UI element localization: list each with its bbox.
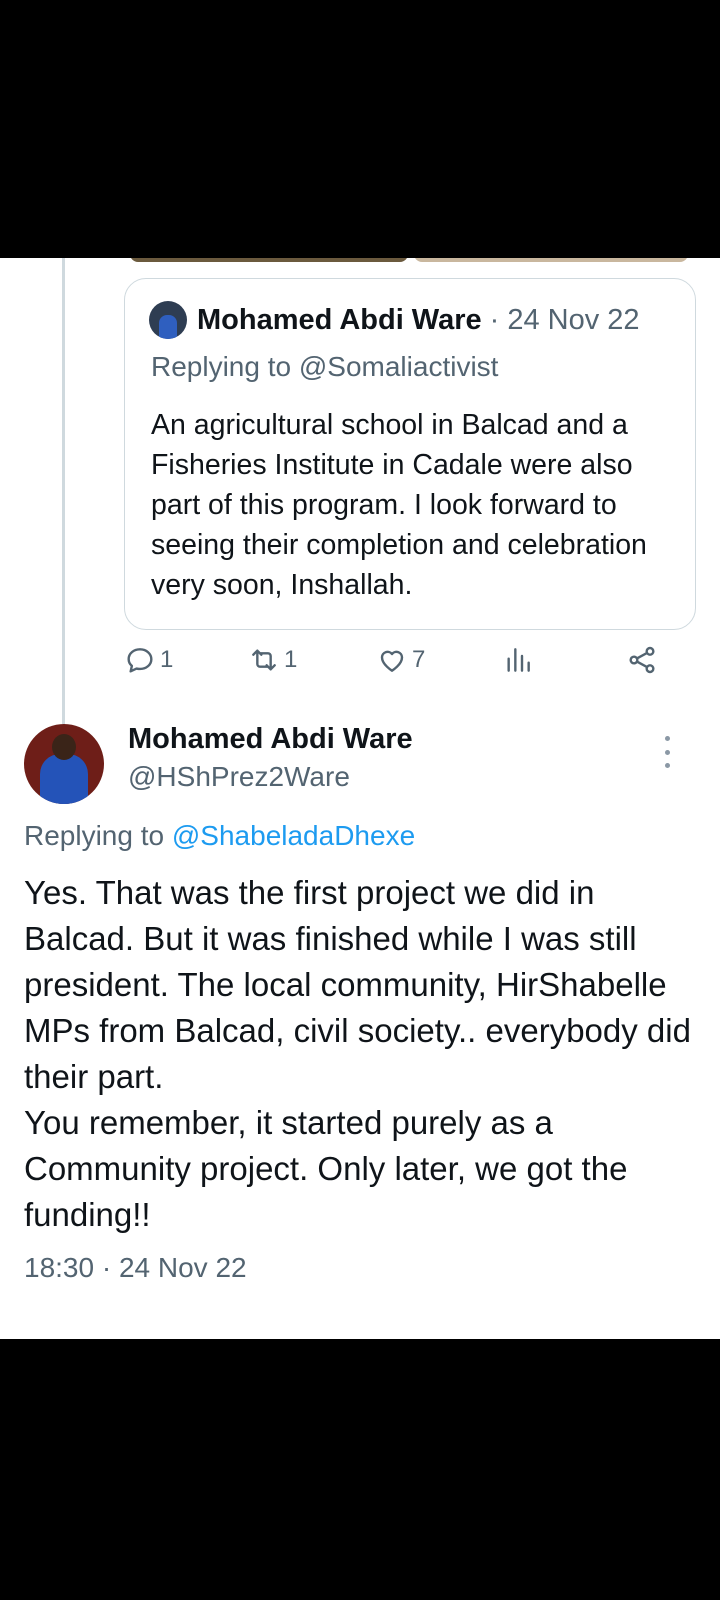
media-image-right[interactable]	[414, 258, 688, 262]
author-handle[interactable]: @HShPrez2Ware	[128, 761, 350, 793]
avatar-figure-head	[52, 734, 76, 760]
retweet-icon	[252, 649, 276, 671]
quoted-tweet-header: Mohamed Abdi Ware · 24 Nov 22	[149, 301, 640, 339]
analytics-button[interactable]	[502, 644, 534, 676]
tweet-text: Yes. That was the first project we did i…	[24, 874, 691, 1233]
reply-icon	[127, 648, 153, 673]
quoted-author-name[interactable]: Mohamed Abdi Ware	[197, 304, 482, 337]
share-button[interactable]	[626, 644, 658, 676]
tweet-thread: Mohamed Abdi Ware · 24 Nov 22 Replying t…	[0, 258, 720, 1339]
author-name[interactable]: Mohamed Abdi Ware	[128, 723, 413, 756]
thread-connector-line	[62, 258, 65, 724]
replying-to-handle-link[interactable]: @ShabeladaDhexe	[172, 820, 415, 851]
like-button[interactable]: 7	[376, 644, 425, 676]
replying-to-prefix: Replying to	[24, 820, 172, 851]
quoted-tweet-card[interactable]: Mohamed Abdi Ware · 24 Nov 22 Replying t…	[124, 278, 696, 630]
avatar-figure-body	[40, 754, 88, 804]
quoted-author-avatar[interactable]	[149, 301, 187, 339]
quoted-replying-to: Replying to @Somaliactivist	[151, 351, 499, 382]
like-count: 7	[412, 646, 426, 673]
like-icon	[380, 650, 404, 672]
separator-dot: ·	[489, 303, 500, 336]
reply-count: 1	[160, 646, 174, 673]
retweet-button[interactable]: 1	[248, 644, 297, 676]
reply-button[interactable]: 1	[124, 644, 173, 676]
quoted-tweet-date: 24 Nov 22	[507, 303, 640, 336]
author-avatar[interactable]	[24, 724, 104, 804]
tweet-action-bar: 1 1 7	[124, 644, 674, 684]
more-options-icon[interactable]	[660, 736, 674, 768]
tweet-timestamp[interactable]: 18:30 · 24 Nov 22	[24, 1252, 247, 1284]
analytics-icon	[507, 648, 530, 672]
replying-to: Replying to @ShabeladaDhexe	[24, 820, 415, 852]
quoted-tweet-text: An agricultural school in Balcad and a F…	[151, 409, 647, 601]
share-icon	[629, 646, 655, 674]
retweet-count: 1	[284, 646, 298, 673]
media-image-left[interactable]	[130, 258, 408, 262]
